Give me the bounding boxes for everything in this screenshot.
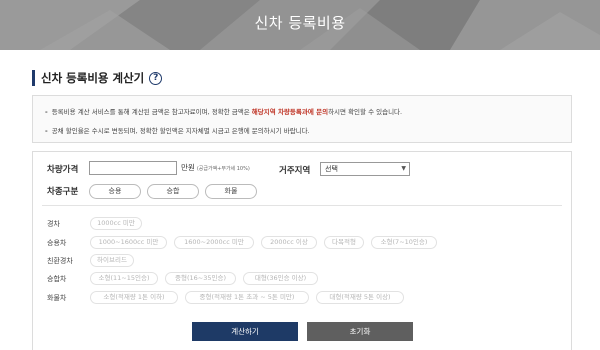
option-van-small[interactable]: 소형(11~15인승) (90, 272, 158, 285)
section-title-text: 신차 등록비용 계산기 (41, 71, 145, 85)
type-button-truck[interactable]: 화물 (205, 184, 257, 199)
notice-2-text: 공채 할인율은 수시로 변동되며, 정확한 할인액은 지자체별 시금고 은행에 … (51, 127, 310, 135)
calculator-form (32, 151, 572, 350)
section-title: 신차 등록비용 계산기 ? (32, 70, 163, 86)
region-select-value: 선택 (325, 165, 338, 173)
notice-line-1: - 등록비용 계산 서비스를 통해 계산된 금액은 참고자료이며, 정확한 금액은… (45, 108, 403, 116)
notice-1-emphasis: 해당지역 차량등록과에 문의 (251, 108, 329, 116)
type-button-passenger[interactable]: 승용 (89, 184, 141, 199)
option-truck-large[interactable]: 대형(적재량 5톤 이상) (316, 291, 404, 304)
row-label-truck: 화물차 (47, 294, 67, 302)
banner: 신차 등록비용 (0, 0, 600, 50)
option-truck-small[interactable]: 소형(적재량 1톤 이하) (90, 291, 178, 304)
region-label: 거주지역 (279, 166, 311, 176)
form-divider (42, 205, 562, 206)
option-compact-1000[interactable]: 1000cc 미만 (90, 217, 142, 230)
price-unit-text: 만원 (181, 163, 195, 172)
help-icon[interactable]: ? (149, 71, 163, 85)
notice-line-2: - 공채 할인율은 수시로 변동되며, 정확한 할인액은 지자체별 시금고 은행에… (45, 127, 310, 135)
type-label: 차종구분 (47, 187, 79, 197)
option-passenger-1600-2000[interactable]: 1600~2000cc 미만 (174, 236, 254, 249)
option-passenger-2000[interactable]: 2000cc 이상 (261, 236, 317, 249)
option-van-large[interactable]: 대형(36인승 이상) (243, 272, 318, 285)
option-eco-hybrid[interactable]: 하이브리드 (90, 254, 134, 267)
row-label-eco: 친환경차 (47, 257, 73, 265)
option-van-medium[interactable]: 중형(16~35인승) (165, 272, 236, 285)
type-button-van[interactable]: 승합 (147, 184, 199, 199)
notice-1-text: 등록비용 계산 서비스를 통해 계산된 금액은 참고자료이며, 정확한 금액은 (51, 108, 252, 116)
notice-box: - 등록비용 계산 서비스를 통해 계산된 금액은 참고자료이며, 정확한 금액은… (32, 95, 572, 143)
reset-button[interactable]: 초기화 (307, 322, 413, 341)
price-unit: 만원 (공급가액+부가세 10%) (181, 162, 250, 173)
row-label-compact: 경차 (47, 220, 60, 228)
chevron-down-icon: ▼ (401, 165, 406, 172)
option-passenger-small-7-10[interactable]: 소형(7~10인승) (371, 236, 437, 249)
region-select[interactable]: 선택 ▼ (320, 162, 410, 176)
option-truck-medium[interactable]: 중형(적재량 1톤 초과 ~ 5톤 미만) (185, 291, 309, 304)
price-note: (공급가액+부가세 10%) (196, 166, 250, 172)
notice-1-suffix: 하시면 확인할 수 있습니다. (328, 108, 403, 116)
price-input[interactable] (89, 161, 177, 175)
calculate-button[interactable]: 계산하기 (192, 322, 298, 341)
page-title: 신차 등록비용 (254, 14, 346, 32)
option-passenger-multipurpose[interactable]: 다목적형 (324, 236, 364, 249)
row-label-passenger: 승용차 (47, 239, 67, 247)
row-label-van: 승합차 (47, 275, 67, 283)
option-passenger-1000-1600[interactable]: 1000~1600cc 미만 (90, 236, 167, 249)
price-label: 차량가격 (47, 165, 79, 175)
